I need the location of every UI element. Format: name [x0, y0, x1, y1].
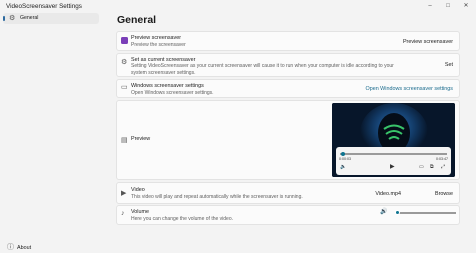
page-title: General	[117, 14, 157, 26]
card-subtitle: Here you can change the volume of the vi…	[131, 216, 234, 222]
sidebar-item-general[interactable]: ⚙ General	[3, 13, 99, 24]
speaker-icon: 🔊	[380, 209, 388, 215]
volume-slider-track[interactable]	[396, 212, 456, 214]
preview-icon: ▤	[121, 137, 128, 144]
volume-card: ♪ Volume Here you can change the volume …	[116, 205, 460, 225]
card-title: Preview	[131, 136, 151, 142]
volume-slider-thumb[interactable]	[395, 210, 400, 215]
video-filename: Video.mp4	[375, 191, 401, 197]
windows-settings-card: ▭ Windows screensaver settings Open Wind…	[116, 79, 460, 98]
card-subtitle: This video will play and repeat automati…	[131, 194, 303, 200]
sidebar-item-label: General	[20, 15, 39, 21]
elapsed-time: 0:00:03	[339, 157, 351, 161]
minimize-button[interactable]: –	[425, 1, 435, 11]
captions-icon[interactable]: ▭	[419, 164, 424, 170]
remaining-time: 0:03:47	[436, 157, 448, 161]
video-card: ▶ Video This video will play and repeat …	[116, 182, 460, 204]
card-subtitle: Setting VideoScreensaver as your current…	[131, 63, 394, 76]
preview-screensaver-card: Preview screensaver Preview the screensa…	[116, 31, 460, 51]
fullscreen-icon[interactable]: ⤢	[441, 164, 445, 170]
browse-button[interactable]: Browse	[435, 191, 453, 197]
video-preview-player[interactable]: 0:00:03 0:03:47 🔈 ▶ ▭ ⧉ ⤢	[332, 103, 455, 177]
open-windows-settings-link[interactable]: Open Windows screensaver settings	[366, 86, 454, 92]
preview-screensaver-button[interactable]: Preview screensaver	[403, 39, 453, 45]
settings-icon: ⚙	[121, 59, 128, 66]
card-title: Volume	[131, 209, 149, 215]
seek-bar[interactable]	[340, 153, 447, 155]
volume-icon: ♪	[121, 210, 125, 217]
title-bar: VideoScreensaver Settings – □ ✕	[0, 0, 476, 14]
play-icon[interactable]: ▶	[390, 163, 395, 170]
sidebar-item-about[interactable]: ⓘ About	[7, 242, 31, 252]
screensaver-app-icon	[121, 37, 128, 44]
sidebar-item-label: About	[17, 245, 32, 251]
set-current-card: ⚙ Set as current screensaver Setting Vid…	[116, 53, 460, 77]
card-subtitle: Preview the screensaver	[131, 42, 186, 48]
info-icon: ⓘ	[7, 244, 14, 251]
window-title: VideoScreensaver Settings	[6, 3, 82, 10]
selection-indicator	[3, 16, 5, 21]
video-camera-icon: ▶	[121, 190, 127, 197]
card-title: Video	[131, 187, 145, 193]
card-subtitle: Open Windows screensaver settings.	[131, 90, 214, 96]
cast-icon[interactable]: ⧉	[430, 164, 434, 170]
maximize-button[interactable]: □	[443, 1, 453, 11]
close-button[interactable]: ✕	[461, 1, 471, 11]
media-controls: 0:00:03 0:03:47 🔈 ▶ ▭ ⧉ ⤢	[336, 147, 451, 175]
monitor-icon: ▭	[121, 84, 128, 91]
gear-icon: ⚙	[9, 15, 16, 22]
card-title: Windows screensaver settings	[131, 83, 204, 89]
set-button[interactable]: Set	[445, 62, 453, 68]
card-title: Preview screensaver	[131, 35, 182, 41]
seek-thumb[interactable]	[341, 151, 346, 156]
mute-icon[interactable]: 🔈	[340, 164, 346, 170]
